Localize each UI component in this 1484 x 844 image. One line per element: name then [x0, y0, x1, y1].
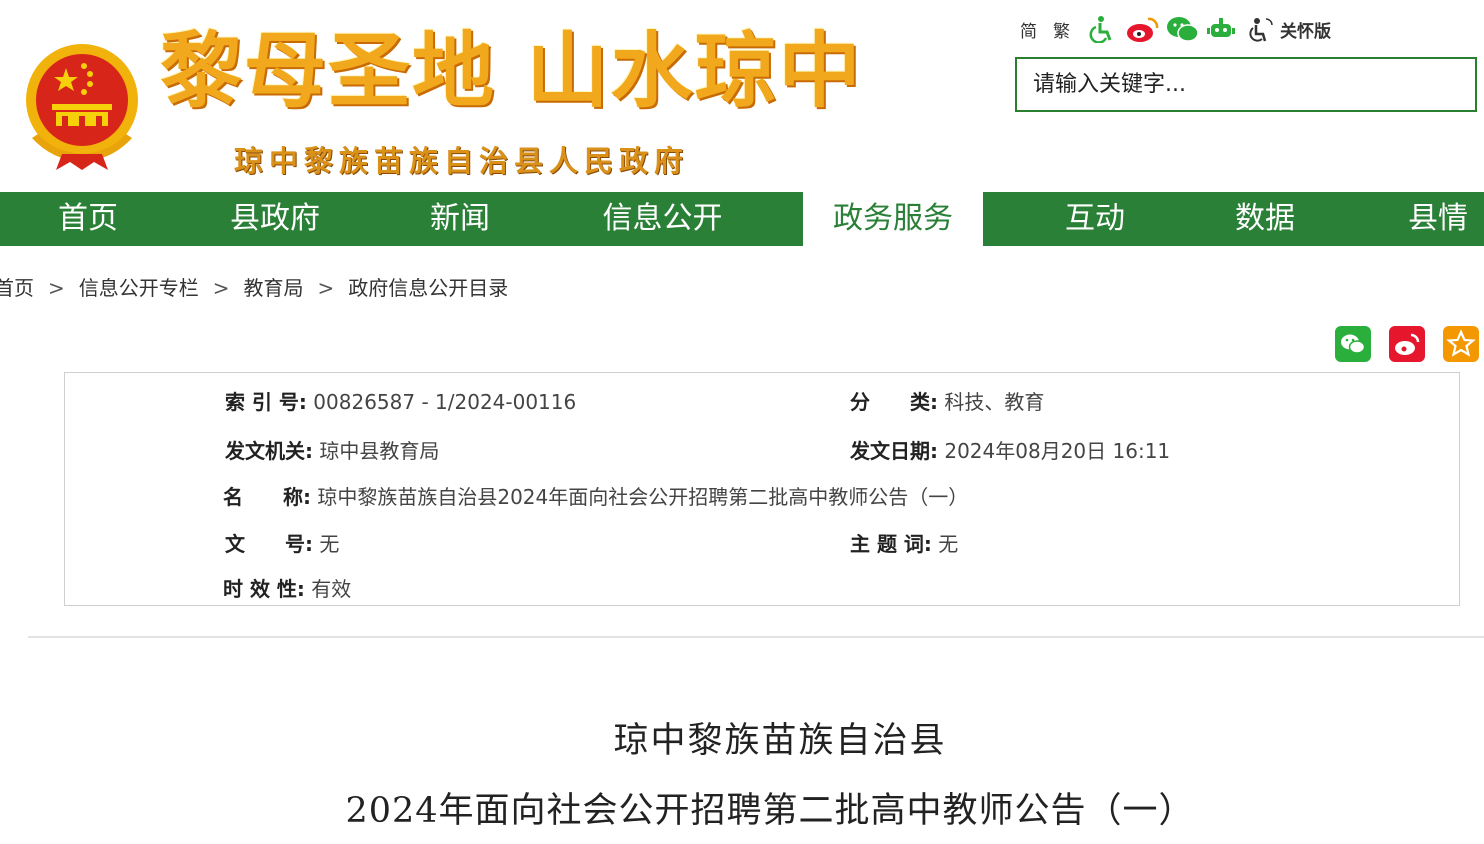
breadcrumb-separator: > [317, 276, 335, 300]
article-title-line-2: 2024年面向社会公开招聘第二批高中教师公告（一） [345, 791, 1195, 831]
category-value: 科技、教育 [944, 390, 1045, 414]
share-wechat-icon[interactable] [1335, 326, 1371, 362]
document-info-table: 索 引 号: 00826587 - 1/2024-00116 分 类: 科技、教… [64, 372, 1460, 606]
nav-item-interaction[interactable]: 互动 [1025, 192, 1165, 246]
document-name-label: 名 称: [223, 485, 311, 509]
keywords-value: 无 [938, 532, 959, 556]
issuer-value: 琼中县教育局 [319, 439, 440, 463]
document-number-label: 文 号: [225, 532, 313, 556]
care-mode-icon[interactable] [1246, 15, 1276, 43]
care-mode-label[interactable]: 关怀版 [1280, 17, 1331, 42]
site-slogan: 黎母圣地 山水琼中 [160, 23, 863, 119]
nav-item-data[interactable]: 数据 [1195, 192, 1335, 246]
share-weibo-icon[interactable] [1389, 326, 1425, 362]
info-validity: 时 效 性: 有效 [223, 573, 351, 602]
wechat-icon[interactable] [1166, 15, 1199, 43]
site-name: 琼中黎族苗族自治县人民政府 [234, 144, 690, 178]
validity-value: 有效 [311, 577, 352, 601]
breadcrumb-education-bureau[interactable]: 教育局 [244, 276, 304, 300]
issuer-label: 发文机关: [225, 439, 313, 463]
search-input[interactable] [1017, 59, 1475, 110]
breadcrumb-home[interactable]: 首页 [0, 276, 34, 300]
nav-item-county-profile[interactable]: 县情 [1368, 192, 1484, 246]
nav-item-home[interactable]: 首页 [18, 192, 158, 246]
index-number-value: 00826587 - 1/2024-00116 [313, 390, 577, 414]
accessibility-icon[interactable] [1086, 15, 1116, 44]
simplified-chinese-link[interactable]: 简 [1020, 17, 1037, 42]
article-title-line-1: 琼中黎族苗族自治县 [613, 721, 947, 761]
info-issuer: 发文机关: 琼中县教育局 [225, 435, 439, 464]
robot-icon[interactable] [1206, 15, 1236, 43]
issue-date-label: 发文日期: [850, 439, 938, 463]
document-name-value: 琼中黎族苗族自治县2024年面向社会公开招聘第二批高中教师公告（一） [317, 485, 969, 509]
breadcrumb-info-column[interactable]: 信息公开专栏 [79, 276, 199, 300]
nav-item-government-services[interactable]: 政务服务 [803, 192, 983, 246]
info-keywords: 主 题 词: 无 [850, 528, 958, 557]
weibo-icon[interactable] [1126, 15, 1159, 43]
nav-item-county-government[interactable]: 县政府 [200, 192, 350, 246]
info-issue-date: 发文日期: 2024年08月20日 16:11 [850, 435, 1170, 464]
nav-item-news[interactable]: 新闻 [390, 192, 530, 246]
breadcrumb-catalog[interactable]: 政府信息公开目录 [348, 276, 508, 300]
main-nav: 首页 县政府 新闻 信息公开 政务服务 互动 数据 县情 [0, 192, 1484, 246]
traditional-chinese-link[interactable]: 繁 [1053, 17, 1070, 42]
nav-item-information-disclosure[interactable]: 信息公开 [580, 192, 745, 246]
index-number-label: 索 引 号: [225, 390, 307, 414]
search-box [1015, 57, 1477, 112]
header-toolbar: 简 繁 关怀版 [1020, 14, 1331, 44]
share-favorite-icon[interactable] [1443, 326, 1479, 362]
document-number-value: 无 [319, 532, 340, 556]
divider [28, 636, 1484, 638]
issue-date-value: 2024年08月20日 16:11 [944, 439, 1171, 463]
category-label: 分 类: [850, 390, 938, 414]
breadcrumb-separator: > [48, 276, 65, 300]
info-document-name: 名 称: 琼中黎族苗族自治县2024年面向社会公开招聘第二批高中教师公告（一） [223, 481, 968, 510]
breadcrumb: 首页 > 信息公开专栏 > 教育局 > 政府信息公开目录 [0, 272, 508, 301]
validity-label: 时 效 性: [223, 577, 305, 601]
breadcrumb-separator: > [212, 276, 230, 300]
info-index-number: 索 引 号: 00826587 - 1/2024-00116 [225, 386, 576, 415]
keywords-label: 主 题 词: [850, 532, 932, 556]
info-document-number: 文 号: 无 [225, 528, 339, 557]
info-category: 分 类: 科技、教育 [850, 386, 1044, 415]
national-emblem [22, 42, 142, 170]
